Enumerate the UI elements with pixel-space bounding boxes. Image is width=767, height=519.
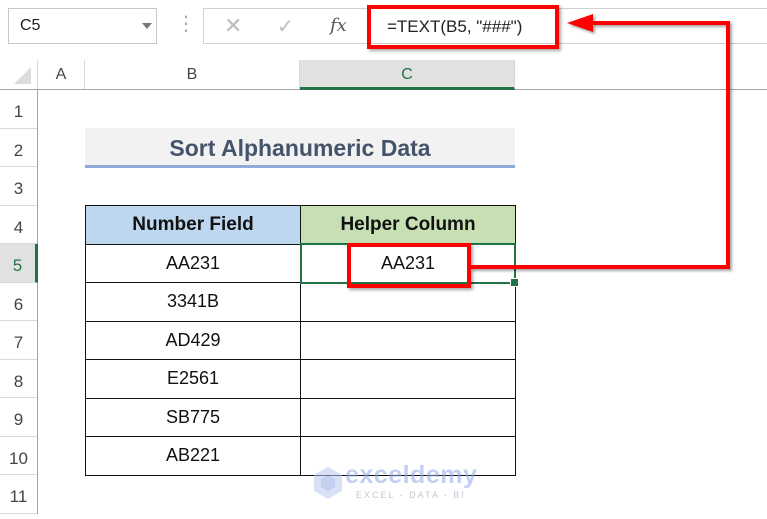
watermark-tagline: EXCEL - DATA - BI [356,490,466,500]
column-header-bar: A B C [0,60,767,90]
cell-b9[interactable]: SB775 [85,397,301,437]
column-header-b[interactable]: B [85,60,300,89]
cancel-icon[interactable]: ✕ [224,13,242,39]
row-header-3[interactable]: 3 [0,167,37,206]
cell-b10[interactable]: AB221 [85,436,301,476]
name-box-value: C5 [20,17,41,34]
watermark: exceldemy EXCEL - DATA - BI [312,461,477,505]
exceldemy-logo-icon [314,467,342,499]
table-row: 3341B [85,282,516,322]
row-header-10[interactable]: 10 [0,437,37,475]
table-row: AD429 [85,320,516,360]
row-header-9[interactable]: 9 [0,398,37,437]
fill-handle[interactable] [510,278,519,287]
select-all-button[interactable] [0,60,38,89]
formula-controls: ✕ ✓ fx [203,8,370,44]
watermark-brand: exceldemy [345,461,478,489]
insert-function-icon[interactable]: fx [330,15,347,36]
row-header-11[interactable]: 11 [0,475,37,514]
cell-c6[interactable] [300,282,516,322]
row-header-1[interactable]: 1 [0,90,37,129]
header-number-field[interactable]: Number Field [85,205,301,245]
row-header-6[interactable]: 6 [0,283,37,321]
column-header-c[interactable]: C [300,60,515,90]
cell-b6[interactable]: 3341B [85,282,301,322]
cell-b8[interactable]: E2561 [85,359,301,399]
row-header-5[interactable]: 5 [0,244,38,283]
sheet-title[interactable]: Sort Alphanumeric Data [85,128,515,168]
table-row: SB775 [85,397,516,437]
cell-c9[interactable] [300,397,516,437]
table-header-row: Number Field Helper Column [85,205,516,245]
check-icon[interactable]: ✓ [277,14,294,39]
row-header-8[interactable]: 8 [0,360,37,398]
select-all-triangle-icon [14,67,31,84]
row-header-column: 1 2 3 4 5 6 7 8 9 10 11 [0,90,38,514]
cell-b5[interactable]: AA231 [85,243,301,283]
more-options-icon[interactable]: ⋮ [176,12,196,36]
formula-highlight-box [367,5,559,49]
cell-highlight-box [347,243,471,288]
row-header-2[interactable]: 2 [0,129,37,167]
table-row: E2561 [85,359,516,399]
cell-b7[interactable]: AD429 [85,320,301,360]
row-header-7[interactable]: 7 [0,321,37,360]
column-header-a[interactable]: A [38,60,85,89]
cell-c7[interactable] [300,320,516,360]
name-box[interactable]: C5 [8,8,157,44]
chevron-down-icon[interactable] [142,23,152,29]
cell-c8[interactable] [300,359,516,399]
header-helper-column[interactable]: Helper Column [300,205,516,245]
row-header-4[interactable]: 4 [0,206,37,244]
